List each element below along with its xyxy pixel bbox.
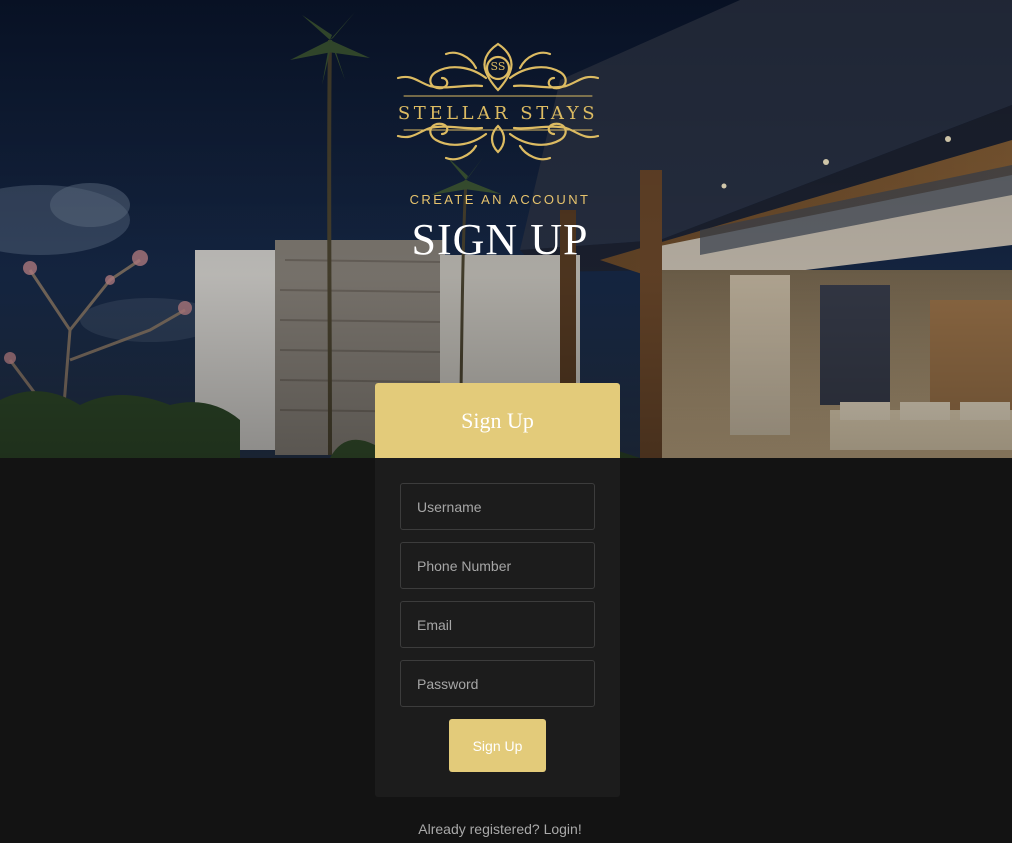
- crest-ornament-icon: [396, 42, 600, 161]
- logo-wordmark: STELLAR STAYS: [397, 103, 599, 124]
- card-header: Sign Up: [375, 383, 620, 458]
- logo-monogram: SS: [490, 60, 506, 73]
- hero-eyebrow: CREATE AN ACCOUNT: [409, 192, 591, 207]
- stellar-stays-logo: STELLAR STAYS SS: [390, 38, 606, 166]
- sign-up-button[interactable]: Sign Up: [449, 719, 546, 772]
- phone-number-input[interactable]: [400, 542, 595, 589]
- signup-form-card: Sign Up Sign Up: [375, 383, 620, 797]
- login-link[interactable]: Already registered? Login!: [300, 821, 700, 837]
- username-input[interactable]: [400, 483, 595, 530]
- page-title: SIGN UP: [411, 215, 589, 264]
- password-input[interactable]: [400, 660, 595, 707]
- card-title: Sign Up: [461, 407, 534, 433]
- email-input[interactable]: [400, 601, 595, 648]
